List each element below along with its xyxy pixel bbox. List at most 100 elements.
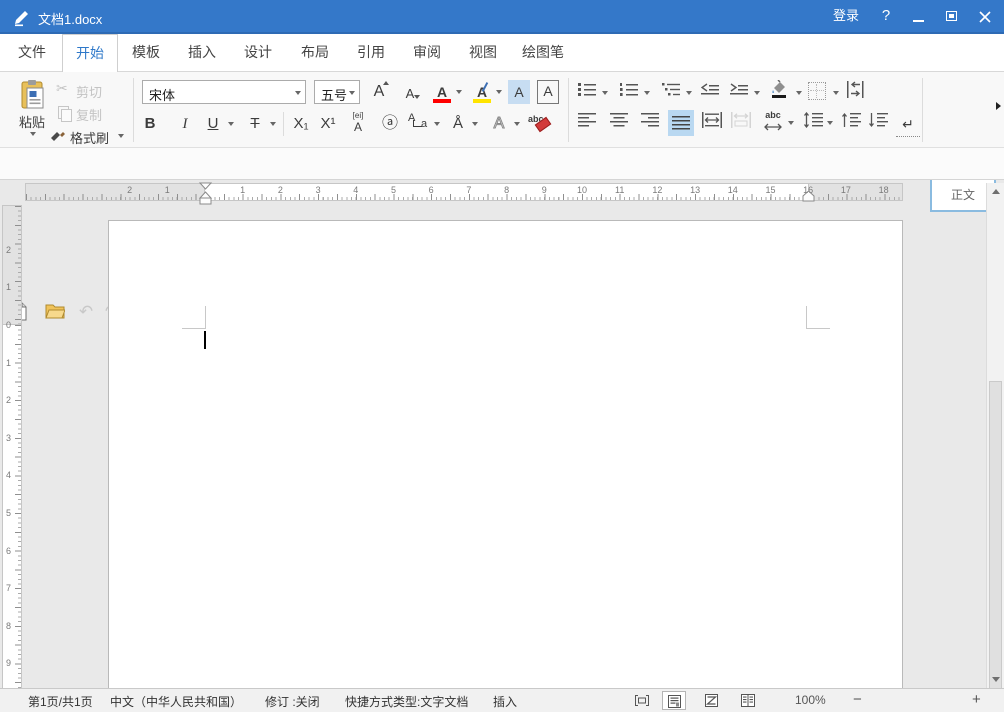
cut-label: 剪切 <box>76 82 102 101</box>
line-spacing-button[interactable] <box>803 112 825 134</box>
pinyin-accent-button[interactable]: Å <box>446 112 470 136</box>
page-view-button[interactable] <box>662 691 686 710</box>
help-button[interactable]: ? <box>874 0 898 34</box>
bold-button[interactable]: B <box>139 112 161 136</box>
align-center-button[interactable] <box>610 113 632 133</box>
shrink-font-button[interactable]: A <box>398 82 422 106</box>
superscript-button[interactable]: X¹ <box>316 112 340 136</box>
zoom-out-button[interactable]: − <box>853 691 862 708</box>
tab-review[interactable]: 审阅 <box>399 34 455 71</box>
tab-drawing-pen[interactable]: 绘图笔 <box>511 34 575 71</box>
justify-button[interactable] <box>668 110 694 136</box>
highlight-dropdown-arrow-icon[interactable] <box>496 90 502 94</box>
tab-layout[interactable]: 布局 <box>287 34 343 71</box>
v-ruler: 210123456789 <box>2 205 22 688</box>
pinyin-dropdown-arrow-icon[interactable] <box>472 122 478 126</box>
character-shading-button[interactable]: A <box>508 80 530 104</box>
phonetic-guide-button[interactable]: [ei] A <box>346 111 370 137</box>
text-effects-button[interactable]: A <box>487 112 511 136</box>
first-line-indent-button[interactable] <box>847 81 867 101</box>
grow-font-button[interactable]: A <box>366 80 392 104</box>
paragraph-mark-button[interactable]: ↵ <box>896 112 920 137</box>
font-color-dropdown-arrow-icon[interactable] <box>456 90 462 94</box>
enclose-glyph: ⓐ <box>382 115 398 132</box>
login-button[interactable]: 登录 <box>826 0 866 34</box>
line-spacing-dropdown-arrow-icon[interactable] <box>827 121 833 125</box>
revision-indicator[interactable]: 修订 :关闭 <box>265 693 320 710</box>
multilevel-list-button[interactable] <box>662 82 684 102</box>
justify-icon <box>672 116 690 130</box>
tab-home[interactable]: 开始 <box>62 34 118 72</box>
character-border-button[interactable]: A <box>537 80 559 104</box>
strikethrough-button[interactable]: T <box>244 112 266 136</box>
scrollbar-thumb[interactable] <box>989 381 1002 712</box>
close-button[interactable] <box>972 0 998 34</box>
distribute-text-button[interactable] <box>702 112 724 134</box>
font-family-dropdown-arrow-icon[interactable] <box>295 91 301 95</box>
numbered-list-button[interactable] <box>620 82 642 102</box>
change-case-button[interactable]: A a <box>406 112 430 136</box>
increase-indent-dropdown-arrow-icon[interactable] <box>754 91 760 95</box>
align-right-button[interactable] <box>641 113 663 133</box>
paste-dropdown-arrow-icon[interactable] <box>30 132 36 136</box>
italic-button[interactable]: I <box>174 112 196 136</box>
highlight-color-button[interactable]: A <box>470 80 494 104</box>
multilevel-list-dropdown-arrow-icon[interactable] <box>686 91 692 95</box>
text-effects-dropdown-arrow-icon[interactable] <box>514 122 520 126</box>
shading-button[interactable] <box>770 80 792 102</box>
tab-insert[interactable]: 插入 <box>174 34 230 71</box>
space-before-paragraph-button[interactable] <box>841 112 863 134</box>
align-left-button[interactable] <box>578 113 600 133</box>
decrease-indent-button[interactable] <box>701 82 723 102</box>
clear-formatting-button[interactable]: abc <box>527 112 551 136</box>
copy-button[interactable]: 复制 <box>50 105 130 121</box>
cut-button[interactable]: ✂ 剪切 <box>50 82 130 98</box>
underline-button[interactable]: U <box>202 112 224 136</box>
web-layout-view-button[interactable] <box>699 691 723 710</box>
underline-dropdown-arrow-icon[interactable] <box>228 122 234 126</box>
font-size-dropdown-arrow-icon[interactable] <box>349 91 355 95</box>
tab-design[interactable]: 设计 <box>230 34 286 71</box>
ruler-number: 2 <box>6 395 11 405</box>
format-painter-dropdown-arrow-icon[interactable] <box>118 134 124 138</box>
vertical-scrollbar[interactable] <box>986 183 1004 688</box>
styles-more-arrow-icon[interactable] <box>996 102 1001 110</box>
space-after-paragraph-button[interactable] <box>868 112 890 134</box>
minimize-button[interactable] <box>906 0 930 34</box>
strikethrough-glyph: T <box>250 115 259 132</box>
tab-references[interactable]: 引用 <box>343 34 399 71</box>
maximize-button[interactable] <box>940 0 964 34</box>
character-scale-dropdown-arrow-icon[interactable] <box>788 121 794 125</box>
bullet-list-button[interactable] <box>578 82 600 102</box>
page-indicator[interactable]: 第1页/共1页 <box>28 693 93 710</box>
scroll-up-icon[interactable] <box>992 189 1000 194</box>
numbered-list-dropdown-arrow-icon[interactable] <box>644 91 650 95</box>
strikethrough-dropdown-arrow-icon[interactable] <box>270 122 276 126</box>
outline-view-button[interactable] <box>736 691 760 710</box>
borders-dropdown-arrow-icon[interactable] <box>833 91 839 95</box>
character-scale-button[interactable]: abc <box>760 110 786 136</box>
increase-indent-button[interactable] <box>730 82 752 102</box>
scroll-down-icon[interactable] <box>992 677 1000 682</box>
font-family-combobox[interactable]: 宋体 <box>142 80 306 104</box>
tab-file[interactable]: 文件 <box>4 34 60 71</box>
bullet-list-dropdown-arrow-icon[interactable] <box>602 91 608 95</box>
open-button[interactable] <box>45 302 65 322</box>
zoom-in-button[interactable]: + <box>972 691 981 708</box>
change-case-dropdown-arrow-icon[interactable] <box>434 122 440 126</box>
tab-view[interactable]: 视图 <box>455 34 511 71</box>
zoom-percentage[interactable]: 100% <box>795 693 826 707</box>
full-screen-view-button[interactable] <box>630 691 654 710</box>
language-indicator[interactable]: 中文（中华人民共和国） <box>110 693 242 710</box>
subscript-button[interactable]: X₁ <box>289 112 313 136</box>
tab-template[interactable]: 模板 <box>118 34 174 71</box>
document-page[interactable] <box>108 220 903 688</box>
enclose-characters-button[interactable]: ⓐ <box>378 112 402 136</box>
borders-button[interactable] <box>808 82 826 100</box>
indent-markers[interactable] <box>199 182 212 206</box>
shading-dropdown-arrow-icon[interactable] <box>796 91 802 95</box>
font-color-button[interactable]: A <box>430 80 454 104</box>
font-size-combobox[interactable]: 五号 <box>314 80 360 104</box>
insert-mode-indicator[interactable]: 插入 <box>493 693 517 710</box>
format-painter-button[interactable]: 格式刷 <box>44 128 134 146</box>
